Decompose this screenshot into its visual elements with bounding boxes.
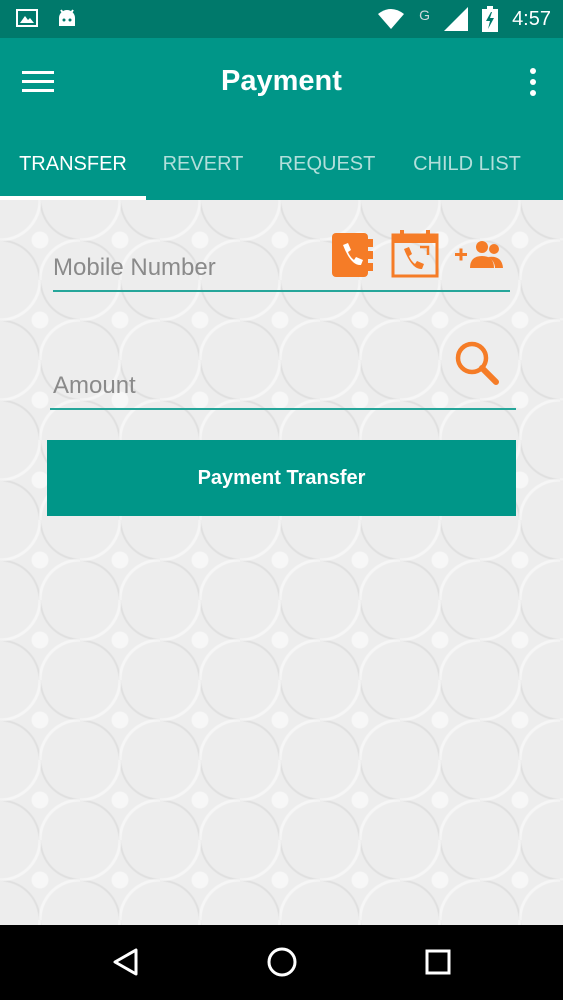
tab-child-list[interactable]: CHILD LIST bbox=[394, 146, 540, 200]
mobile-number-field-container bbox=[53, 228, 510, 292]
image-icon bbox=[16, 9, 38, 27]
back-button[interactable] bbox=[106, 942, 146, 982]
home-circle-icon bbox=[267, 947, 297, 977]
back-triangle-icon bbox=[113, 948, 138, 976]
payment-transfer-button[interactable]: Payment Transfer bbox=[47, 440, 516, 516]
tab-transfer[interactable]: TRANSFER bbox=[0, 146, 146, 200]
amount-input[interactable] bbox=[53, 370, 323, 402]
battery-charging-icon bbox=[482, 6, 499, 32]
home-button[interactable] bbox=[262, 942, 302, 982]
mobile-number-input[interactable] bbox=[53, 252, 323, 284]
search-icon bbox=[455, 341, 499, 385]
add-group-icon bbox=[455, 241, 503, 268]
recents-button[interactable] bbox=[418, 942, 458, 982]
status-time: 4:57 bbox=[512, 7, 551, 30]
call-log-button[interactable] bbox=[390, 229, 440, 279]
status-bar: G 4:57 bbox=[0, 0, 563, 38]
android-icon bbox=[59, 9, 75, 26]
more-vertical-icon bbox=[530, 68, 536, 96]
overflow-menu-button[interactable] bbox=[523, 64, 543, 100]
wifi-icon bbox=[378, 9, 405, 29]
amount-field-container bbox=[50, 335, 516, 410]
add-contact-group-button[interactable] bbox=[454, 238, 504, 272]
content-area: Payment Transfer bbox=[0, 200, 563, 925]
tab-bar: TRANSFER REVERT REQUEST CHILD LIST bbox=[0, 146, 563, 200]
tab-request[interactable]: REQUEST bbox=[260, 146, 394, 200]
page-title: Payment bbox=[221, 65, 342, 97]
signal-icon bbox=[444, 7, 469, 31]
recents-square-icon bbox=[425, 949, 451, 975]
call-log-icon bbox=[391, 230, 439, 278]
search-button[interactable] bbox=[452, 338, 502, 388]
phonebook-icon bbox=[332, 233, 373, 277]
system-nav-bar bbox=[0, 925, 563, 1000]
app-bar: Payment TRANSFER REVERT REQUEST CHILD LI… bbox=[0, 38, 563, 200]
phonebook-button[interactable] bbox=[330, 231, 376, 279]
tab-revert[interactable]: REVERT bbox=[146, 146, 260, 200]
network-type-label: G bbox=[419, 7, 431, 23]
